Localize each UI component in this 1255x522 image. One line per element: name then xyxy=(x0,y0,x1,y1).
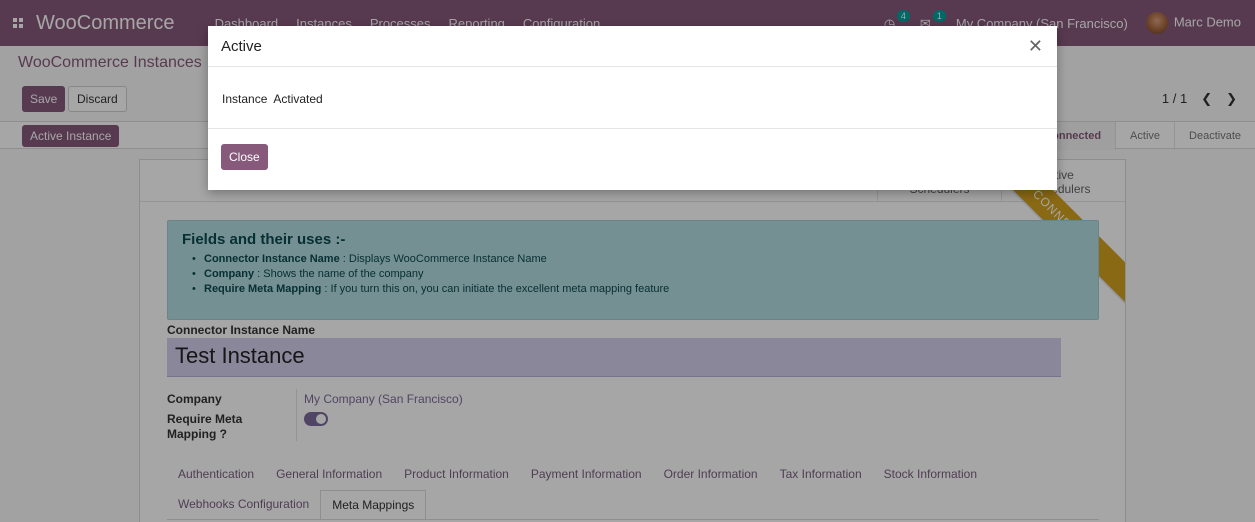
active-dialog: Active ✕ Instance Activated Close xyxy=(208,26,1057,190)
dialog-message: Instance Activated xyxy=(222,92,323,106)
close-icon[interactable]: ✕ xyxy=(1028,37,1043,55)
close-button[interactable]: Close xyxy=(221,144,268,170)
dialog-title: Active xyxy=(221,37,262,55)
dialog-footer: Close xyxy=(208,129,1057,185)
dialog-body: Instance Activated xyxy=(208,67,1057,129)
dialog-header: Active ✕ xyxy=(208,26,1057,67)
